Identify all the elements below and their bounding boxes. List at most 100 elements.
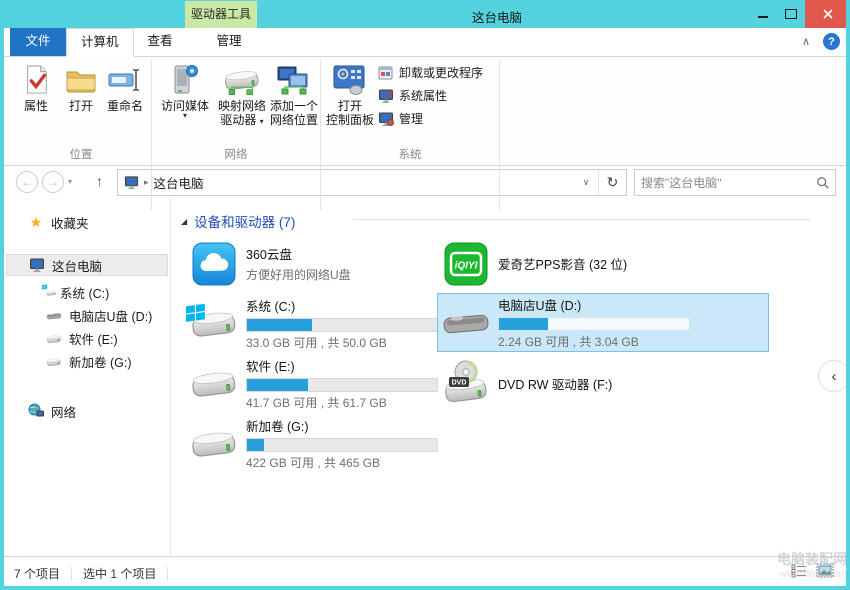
collapse-ribbon-icon[interactable]: ∧ bbox=[802, 35, 810, 48]
uninstall-program-icon bbox=[378, 65, 394, 81]
capacity-bar bbox=[246, 378, 438, 392]
ribbon-right-controls: ∧ ? bbox=[802, 33, 840, 50]
file-list-area: ◢ 设备和驱动器 (7) 360云盘 方便好用的网络U盘 bbox=[171, 198, 846, 557]
windows-drive-icon bbox=[188, 300, 240, 348]
search-input[interactable] bbox=[635, 176, 811, 190]
tile-drive-e[interactable]: 软件 (E:) 41.7 GB 可用 , 共 61.7 GB bbox=[185, 354, 437, 413]
refresh-icon[interactable]: ↻ bbox=[598, 170, 626, 195]
window-title: 这台电脑 bbox=[472, 7, 522, 26]
chevron-left-icon: ‹ bbox=[832, 368, 837, 385]
maximize-icon bbox=[785, 9, 797, 19]
group-separator bbox=[320, 60, 321, 210]
dvd-drive-icon: DVD bbox=[440, 360, 492, 408]
drive-tools-context-tab[interactable]: 驱动器工具 bbox=[185, 1, 257, 28]
minimize-button[interactable] bbox=[749, 0, 777, 28]
back-icon: ← bbox=[21, 175, 33, 189]
window-controls bbox=[749, 0, 850, 28]
rename-button[interactable]: 重命名 bbox=[102, 61, 148, 113]
open-folder-icon bbox=[65, 61, 97, 99]
forward-icon: → bbox=[47, 175, 59, 189]
sidebar-item-drive-d[interactable]: 电脑店U盘 (D:) bbox=[4, 304, 170, 327]
network-icon bbox=[28, 403, 44, 419]
group-header-line bbox=[353, 219, 810, 220]
sidebar-item-this-pc[interactable]: 这台电脑 bbox=[6, 254, 168, 276]
add-network-location-button[interactable]: 添加一个 网络位置 bbox=[269, 61, 319, 127]
group-separator bbox=[151, 60, 152, 210]
search-box bbox=[634, 169, 836, 196]
tile-drive-c[interactable]: 系统 (C:) 33.0 GB 可用 , 共 50.0 GB bbox=[185, 294, 437, 353]
map-network-drive-button[interactable]: 映射网络 驱动器 ▾ bbox=[215, 61, 269, 127]
cloud-360-icon bbox=[188, 240, 240, 288]
star-icon: ★ bbox=[28, 214, 44, 231]
open-control-panel-button[interactable]: 打开 控制面板 bbox=[324, 61, 376, 127]
sidebar-item-drive-e[interactable]: 软件 (E:) bbox=[4, 327, 170, 350]
system-properties-icon bbox=[378, 88, 394, 104]
drive-icon bbox=[188, 360, 240, 408]
up-button[interactable]: ↑ bbox=[96, 173, 103, 189]
recent-locations-dropdown-icon[interactable]: ▾ bbox=[68, 177, 72, 186]
breadcrumb[interactable]: 这台电脑 bbox=[154, 173, 204, 192]
address-bar[interactable]: ▸ 这台电脑 ∨ ↻ bbox=[117, 169, 627, 196]
group-label-location: 位置 bbox=[14, 146, 148, 162]
help-icon[interactable]: ? bbox=[823, 33, 840, 50]
system-properties-button[interactable]: 系统属性 bbox=[378, 87, 447, 104]
svg-text:DVD: DVD bbox=[452, 379, 467, 386]
minimize-icon bbox=[758, 16, 768, 18]
drive-icon bbox=[46, 355, 62, 369]
this-pc-icon bbox=[124, 175, 139, 190]
sidebar-item-favorites[interactable]: ★ 收藏夹 bbox=[4, 211, 170, 233]
open-button[interactable]: 打开 bbox=[61, 61, 101, 113]
window-frame bbox=[846, 0, 850, 590]
iqiyi-icon: iQIYI bbox=[440, 240, 492, 288]
manage-button[interactable]: 管理 bbox=[378, 110, 423, 127]
computer-icon bbox=[29, 257, 45, 273]
group-label-network: 网络 bbox=[152, 146, 320, 162]
close-button[interactable] bbox=[805, 0, 850, 28]
tab-file[interactable]: 文件 bbox=[10, 28, 66, 56]
control-panel-icon bbox=[332, 61, 368, 99]
properties-button[interactable]: 属性 bbox=[14, 61, 58, 113]
address-dropdown-icon[interactable]: ∨ bbox=[574, 177, 598, 188]
uninstall-change-program-button[interactable]: 卸载或更改程序 bbox=[378, 64, 483, 81]
close-icon bbox=[822, 8, 834, 20]
navigation-pane: ★ 收藏夹 这台电脑 系统 (C:) 电脑店U盘 (D:) 软件 (E:) 新加… bbox=[4, 198, 170, 557]
search-icon[interactable] bbox=[811, 176, 835, 190]
rename-icon bbox=[108, 61, 142, 99]
tab-computer[interactable]: 计算机 bbox=[66, 28, 134, 57]
sidebar-item-drive-g[interactable]: 新加卷 (G:) bbox=[4, 350, 170, 373]
window-frame bbox=[0, 586, 850, 590]
usb-drive-icon bbox=[46, 309, 62, 323]
maximize-button[interactable] bbox=[777, 0, 805, 28]
tile-drive-d[interactable]: 电脑店U盘 (D:) 2.24 GB 可用 , 共 3.04 GB bbox=[437, 293, 769, 352]
tile-iqiyi[interactable]: iQIYI 爱奇艺PPS影音 (32 位) bbox=[437, 234, 689, 293]
capacity-bar bbox=[246, 438, 438, 452]
access-media-button[interactable]: 访问媒体 ▾ bbox=[156, 61, 214, 119]
back-button[interactable]: ← bbox=[16, 171, 38, 193]
group-separator bbox=[499, 60, 500, 210]
network-drive-icon bbox=[222, 61, 262, 99]
tile-drive-g[interactable]: 新加卷 (G:) 422 GB 可用 , 共 465 GB bbox=[185, 414, 437, 473]
tile-dvd-drive[interactable]: DVD DVD RW 驱动器 (F:) bbox=[437, 354, 689, 413]
details-view-icon[interactable] bbox=[791, 564, 807, 578]
forward-button[interactable]: → bbox=[42, 171, 64, 193]
svg-text:iQIYI: iQIYI bbox=[455, 260, 478, 271]
collapse-group-icon: ◢ bbox=[181, 217, 187, 226]
media-device-icon bbox=[170, 61, 200, 99]
status-bar: 7 个项目 选中 1 个项目 bbox=[4, 556, 846, 586]
capacity-bar bbox=[498, 317, 690, 331]
capacity-bar bbox=[246, 318, 438, 332]
pane-divider bbox=[170, 198, 171, 557]
thumbnail-view-icon[interactable] bbox=[816, 563, 834, 578]
dropdown-arrow-icon: ▾ bbox=[183, 113, 187, 119]
dropdown-arrow-icon: ▾ bbox=[260, 117, 264, 126]
ribbon: 属性 打开 重命名 bbox=[4, 56, 846, 166]
items-count: 7 个项目 bbox=[14, 565, 60, 582]
tile-360-cloud[interactable]: 360云盘 方便好用的网络U盘 bbox=[185, 234, 437, 293]
window-frame bbox=[0, 0, 4, 590]
sidebar-item-drive-c[interactable]: 系统 (C:) bbox=[4, 281, 170, 304]
group-header[interactable]: ◢ 设备和驱动器 (7) bbox=[181, 211, 295, 231]
tab-view[interactable]: 查看 bbox=[134, 28, 187, 56]
sidebar-item-network[interactable]: 网络 bbox=[4, 400, 170, 422]
tab-manage[interactable]: 管理 bbox=[203, 28, 256, 56]
selection-count: 选中 1 个项目 bbox=[83, 565, 156, 582]
